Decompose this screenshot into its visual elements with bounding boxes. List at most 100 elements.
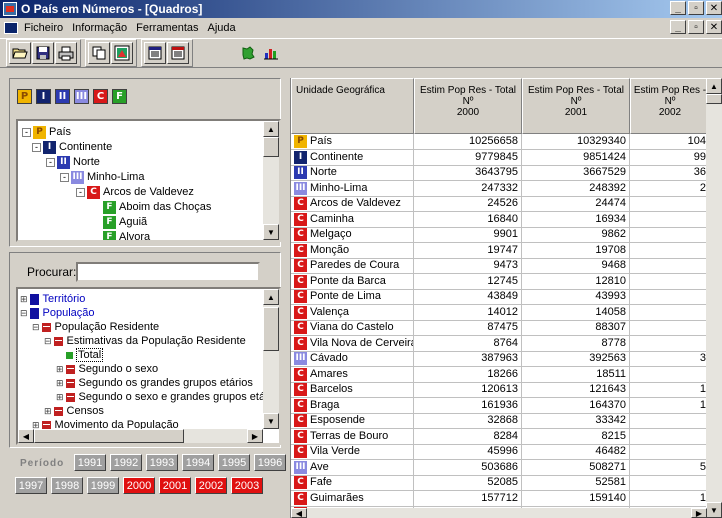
level-i-button[interactable]: I <box>36 88 51 104</box>
value-cell-2002[interactable]: 5 <box>630 459 710 476</box>
search-input[interactable] <box>76 262 260 282</box>
value-cell-2001[interactable]: 3667529 <box>522 165 630 181</box>
scroll-right-button[interactable]: ▶ <box>691 508 707 518</box>
value-cell-2000[interactable]: 12745 <box>414 273 522 290</box>
collapse-toggle-icon[interactable]: - <box>46 157 55 167</box>
geo-unit-cell[interactable]: III Ave <box>291 459 414 476</box>
copy-icon[interactable] <box>88 42 110 64</box>
bar-chart-icon[interactable] <box>260 42 282 64</box>
geo-unit-cell[interactable]: III Minho-Lima <box>291 180 414 197</box>
hscroll-thumb[interactable] <box>34 429 184 443</box>
expand-toggle-icon[interactable]: ⊟ <box>32 322 40 333</box>
menu-informacao[interactable]: Informação <box>72 22 127 34</box>
minimize-button[interactable]: _ <box>670 1 686 15</box>
level-iii-button[interactable]: III <box>74 88 89 104</box>
tree-node-aguia[interactable]: F Aguiã <box>92 214 147 230</box>
value-cell-2002[interactable]: 104 <box>630 134 710 150</box>
year-1996-button[interactable]: 1996 <box>254 454 286 471</box>
expand-toggle-icon[interactable]: ⊞ <box>56 378 64 389</box>
value-cell-2002[interactable] <box>630 273 710 290</box>
value-cell-2002[interactable]: 3 <box>630 351 710 367</box>
table-alt-icon[interactable] <box>167 42 189 64</box>
geo-unit-cell[interactable]: C Monção <box>291 242 414 259</box>
theme-tree-hscrollbar[interactable]: ◀ ▶ <box>18 429 263 443</box>
year-1991-button[interactable]: 1991 <box>74 454 106 471</box>
geo-unit-cell[interactable]: I Continente <box>291 149 414 166</box>
scroll-left-button[interactable]: ◀ <box>18 429 34 443</box>
maximize-button[interactable]: ▫ <box>688 1 704 15</box>
table-view-icon[interactable] <box>144 42 166 64</box>
tree-node-pais[interactable]: - P País <box>22 124 71 140</box>
value-cell-2001[interactable]: 10329340 <box>522 134 630 150</box>
value-cell-2000[interactable]: 14012 <box>414 304 522 321</box>
geo-unit-cell[interactable]: C Vila Nova de Cerveira <box>291 335 414 352</box>
value-cell-2002[interactable] <box>630 444 710 460</box>
table-row[interactable]: III Cávado 387963 392563 3 <box>291 351 722 367</box>
map-icon[interactable] <box>237 42 259 64</box>
geo-unit-cell[interactable]: C Melgaço <box>291 227 414 243</box>
tree-node-minho-lima[interactable]: - III Minho-Lima <box>60 169 144 185</box>
value-cell-2002[interactable] <box>630 413 710 429</box>
table-row[interactable]: II Norte 3643795 3667529 36 <box>291 165 722 181</box>
geo-unit-cell[interactable]: C Fafe <box>291 475 414 491</box>
value-cell-2002[interactable] <box>630 475 710 491</box>
print-icon[interactable] <box>55 42 77 64</box>
table-row[interactable]: C Melgaço 9901 9862 <box>291 227 722 243</box>
geo-unit-cell[interactable]: C Vila Verde <box>291 444 414 460</box>
scroll-up-button[interactable]: ▲ <box>263 121 279 137</box>
value-cell-2002[interactable]: 1 <box>630 397 710 414</box>
value-cell-2000[interactable]: 503686 <box>414 459 522 476</box>
year-2001-button[interactable]: 2001 <box>159 477 191 494</box>
table-row[interactable]: C Amares 18266 18511 <box>291 366 722 383</box>
table-row[interactable]: C Arcos de Valdevez 24526 24474 <box>291 196 722 212</box>
tree-node-alvora[interactable]: F Alvora <box>92 229 150 240</box>
year-1997-button[interactable]: 1997 <box>15 477 47 494</box>
value-cell-2002[interactable] <box>630 196 710 212</box>
value-cell-2000[interactable]: 16840 <box>414 211 522 228</box>
value-cell-2001[interactable]: 248392 <box>522 180 630 197</box>
value-cell-2000[interactable]: 45996 <box>414 444 522 460</box>
value-cell-2000[interactable]: 43849 <box>414 289 522 305</box>
table-row[interactable]: P País 10256658 10329340 104 <box>291 134 722 150</box>
table-row[interactable]: C Vila Nova de Cerveira 8764 8778 <box>291 335 722 352</box>
table-row[interactable]: C Barcelos 120613 121643 1 <box>291 382 722 398</box>
table-row[interactable]: C Paredes de Coura 9473 9468 <box>291 258 722 274</box>
value-cell-2002[interactable] <box>630 366 710 383</box>
table-row[interactable]: C Braga 161936 164370 1 <box>291 397 722 414</box>
value-cell-2000[interactable]: 387963 <box>414 351 522 367</box>
document-menu-icon[interactable] <box>4 21 18 34</box>
value-cell-2001[interactable]: 392563 <box>522 351 630 367</box>
doc-restore-button[interactable]: ▫ <box>688 20 704 34</box>
value-cell-2002[interactable]: 1 <box>630 490 710 507</box>
doc-minimize-button[interactable]: _ <box>670 20 686 34</box>
value-cell-2001[interactable]: 9851424 <box>522 149 630 166</box>
value-cell-2001[interactable]: 14058 <box>522 304 630 321</box>
value-cell-2002[interactable]: 99 <box>630 149 710 166</box>
grid-vertical-scrollbar[interactable]: ▲ ▼ <box>706 78 722 518</box>
value-cell-2002[interactable] <box>630 211 710 228</box>
open-folder-icon[interactable] <box>9 42 31 64</box>
geo-unit-cell[interactable]: C Valença <box>291 304 414 321</box>
table-row[interactable]: III Minho-Lima 247332 248392 2 <box>291 180 722 197</box>
geo-unit-cell[interactable]: III Cávado <box>291 351 414 367</box>
menu-ficheiro[interactable]: Ficheiro <box>24 22 63 34</box>
value-cell-2002[interactable]: 1 <box>630 382 710 398</box>
value-cell-2002[interactable] <box>630 242 710 259</box>
geo-unit-cell[interactable]: C Amares <box>291 366 414 383</box>
grid-scroll-thumb[interactable] <box>706 94 722 104</box>
geo-unit-cell[interactable]: C Braga <box>291 397 414 414</box>
expand-toggle-icon[interactable]: ⊞ <box>44 406 52 417</box>
value-cell-2002[interactable] <box>630 289 710 305</box>
table-row[interactable]: C Valença 14012 14058 <box>291 304 722 321</box>
value-cell-2002[interactable] <box>630 258 710 274</box>
value-cell-2001[interactable]: 46482 <box>522 444 630 460</box>
geography-tree[interactable]: - P País - I Continente - II Norte - III Minho-Lima… <box>16 119 281 242</box>
year-2000-button[interactable]: 2000 <box>123 477 155 494</box>
scroll-down-button[interactable]: ▼ <box>706 502 722 518</box>
theme-tree-scrollbar[interactable]: ▲ ▼ <box>263 289 279 429</box>
expand-toggle-icon[interactable]: ⊟ <box>44 336 52 347</box>
value-cell-2002[interactable]: 2 <box>630 180 710 197</box>
value-cell-2000[interactable]: 24526 <box>414 196 522 212</box>
year-1998-button[interactable]: 1998 <box>51 477 83 494</box>
scroll-right-button[interactable]: ▶ <box>247 429 263 443</box>
